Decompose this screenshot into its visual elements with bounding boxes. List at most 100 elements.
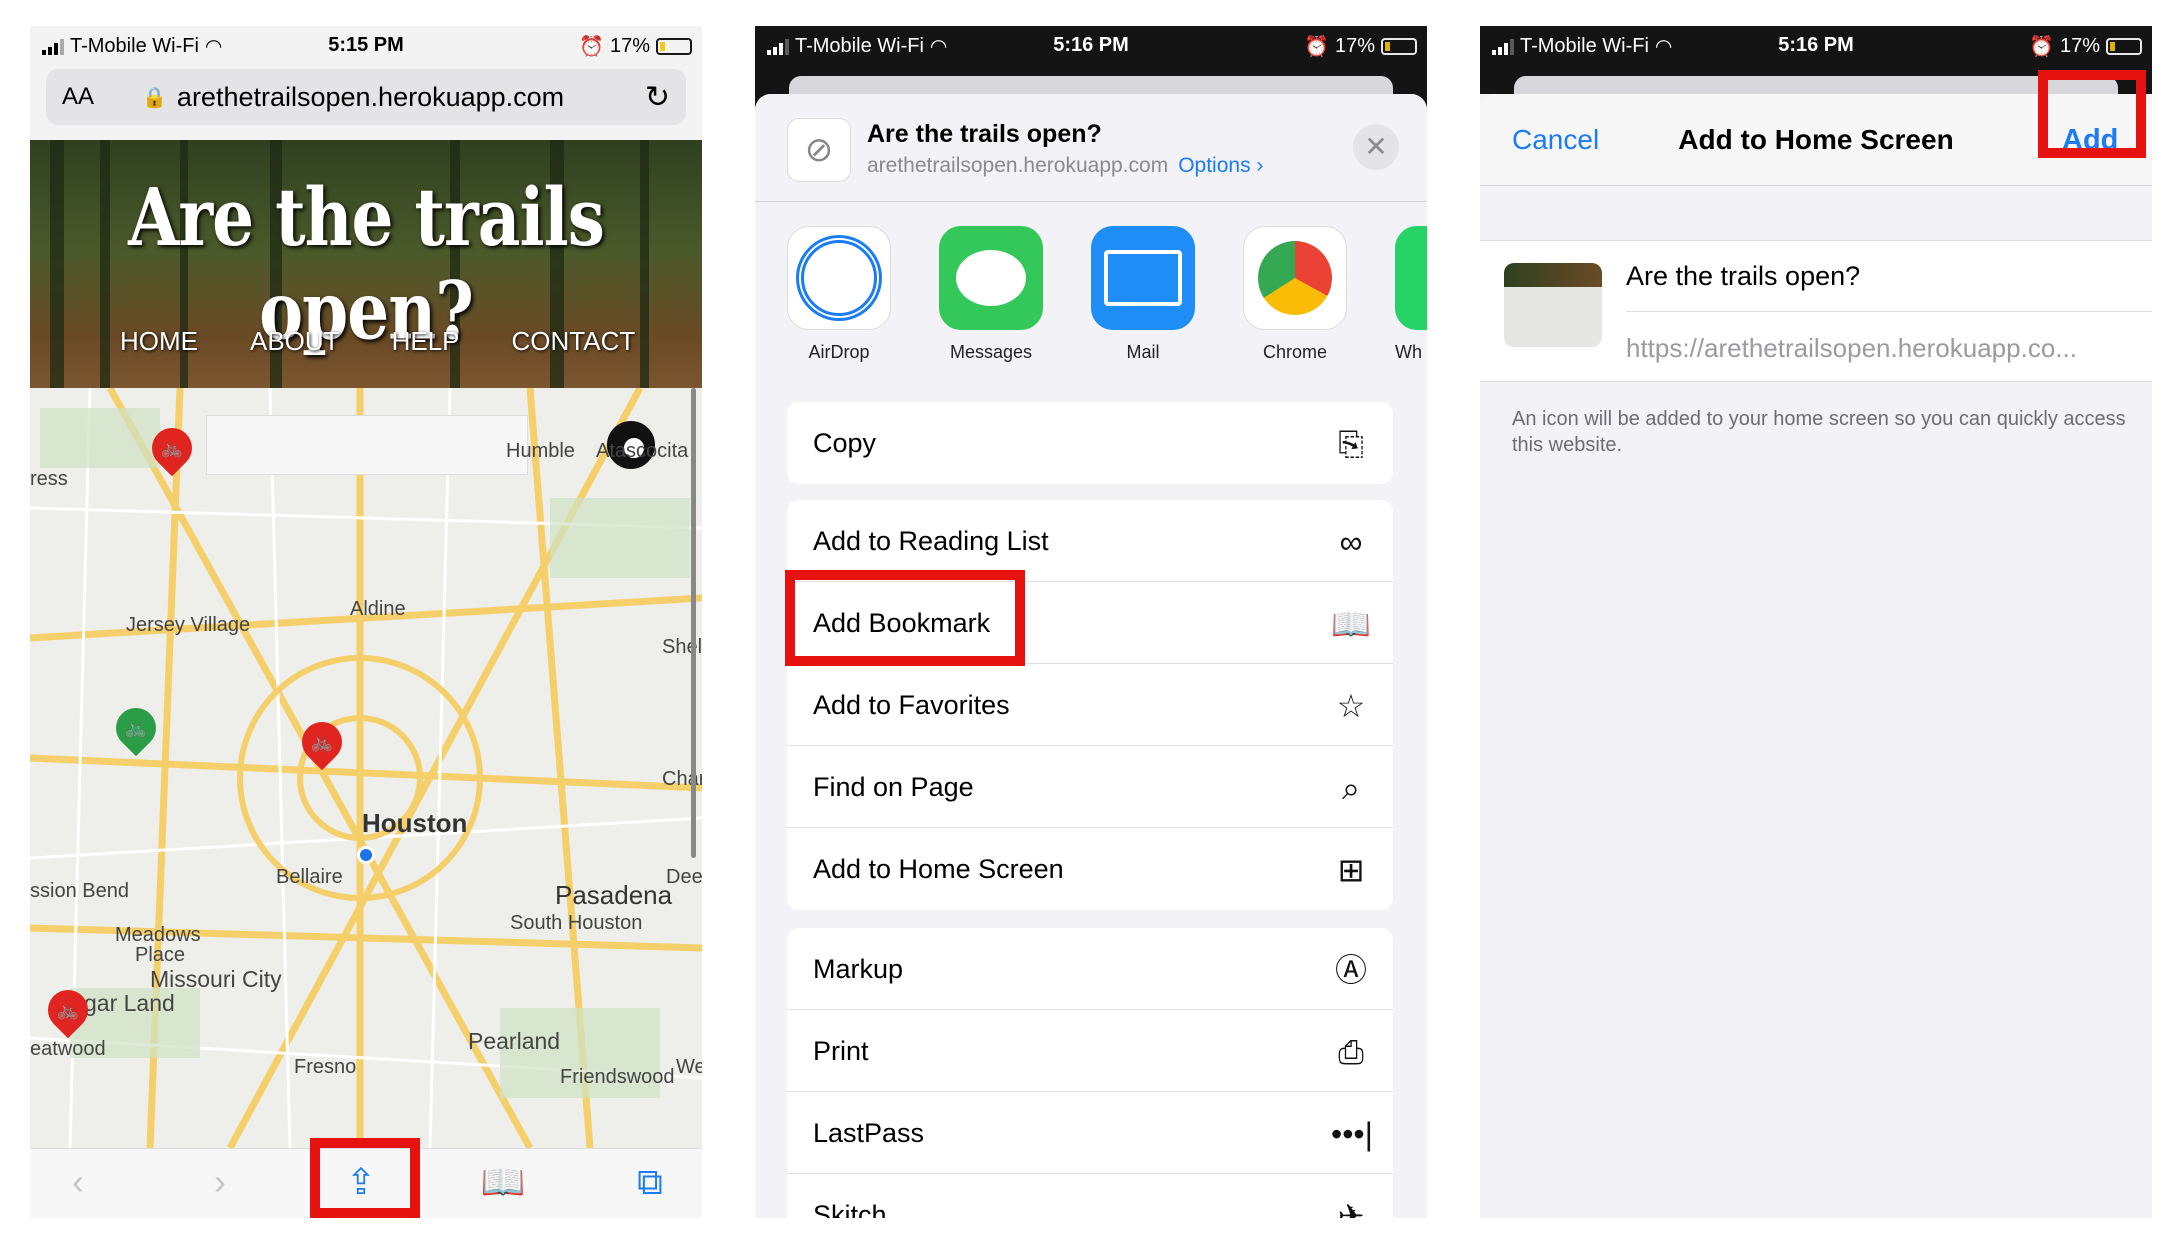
action-add-home-screen[interactable]: Add to Home Screen ⊞ xyxy=(787,828,1393,910)
status-bar: T-Mobile Wi-Fi ◠ 5:16 PM ⏰ 17% xyxy=(1480,26,2152,66)
map-label: Aldine xyxy=(350,598,406,620)
map-label: Char xyxy=(662,768,702,790)
forward-button[interactable]: › xyxy=(190,1157,250,1207)
app-whatsapp[interactable]: Wh xyxy=(1395,226,1427,363)
tabs-button[interactable]: ⧉ xyxy=(620,1157,680,1207)
action-label: Copy xyxy=(813,428,877,458)
app-messages[interactable]: Messages xyxy=(939,226,1043,363)
action-print[interactable]: Print ⎙ xyxy=(787,1010,1393,1092)
share-apps-row: AirDrop Messages Mail Chrome Wh xyxy=(755,226,1427,376)
app-label: Wh xyxy=(1395,342,1422,362)
battery-percent: 17% xyxy=(1334,35,1375,57)
site-thumbnail xyxy=(1504,263,1602,347)
add-button-highlight xyxy=(2038,70,2146,158)
tabs-icon: ⧉ xyxy=(637,1161,663,1202)
battery-icon xyxy=(1381,38,1417,55)
home-screen-note: An icon will be added to your home scree… xyxy=(1512,408,2126,456)
markup-icon: Ⓐ xyxy=(1334,952,1367,988)
messages-icon xyxy=(939,226,1043,330)
nav-help[interactable]: HELP xyxy=(392,326,460,357)
map-label: Pasadena xyxy=(555,880,673,910)
battery-icon xyxy=(656,38,692,55)
back-button[interactable]: ‹ xyxy=(48,1157,108,1207)
app-label: AirDrop xyxy=(808,342,870,362)
safari-screen: T-Mobile Wi-Fi ◠ 5:15 PM ⏰ 17% AA 🔒 aret… xyxy=(30,26,702,1218)
action-find-on-page[interactable]: Find on Page ⌕ xyxy=(787,746,1393,828)
bike-icon: 🚲 xyxy=(310,732,334,752)
action-label: Add to Reading List xyxy=(813,526,1049,556)
bookmarks-button[interactable]: 📖 xyxy=(473,1157,533,1207)
glasses-icon: ∞ xyxy=(1339,524,1363,560)
share-url: arethetrailsopen.herokuapp.com Options › xyxy=(867,154,1263,178)
bike-icon: 🚲 xyxy=(160,438,184,458)
map-scrollbar[interactable] xyxy=(691,388,696,858)
status-right: ⏰ 17% xyxy=(579,34,692,59)
map-label: gar Land xyxy=(84,990,175,1016)
action-copy[interactable]: Copy ⎘ xyxy=(787,402,1393,484)
add-home-screen: T-Mobile Wi-Fi ◠ 5:16 PM ⏰ 17% Cancel Ad… xyxy=(1480,26,2152,1218)
alarm-icon: ⏰ xyxy=(2029,36,2054,58)
action-group-copy: Copy ⎘ xyxy=(787,402,1393,484)
status-bar: T-Mobile Wi-Fi ◠ 5:16 PM ⏰ 17% xyxy=(755,26,1427,66)
map-roads xyxy=(30,388,702,1148)
share-sheet-screen: T-Mobile Wi-Fi ◠ 5:16 PM ⏰ 17% ⊘ Are the… xyxy=(755,26,1427,1218)
map-label: South Houston xyxy=(510,912,643,934)
bike-icon: 🚲 xyxy=(124,718,148,738)
status-right: ⏰ 17% xyxy=(2029,34,2142,59)
printer-icon: ⎙ xyxy=(1338,1034,1364,1070)
address-bar[interactable]: AA 🔒 arethetrailsopen.herokuapp.com ↻ xyxy=(46,69,686,125)
map-label: Bellaire xyxy=(276,866,343,888)
book-icon: 📖 xyxy=(1331,606,1371,642)
action-label: Print xyxy=(813,1036,869,1066)
plus-square-icon: ⊞ xyxy=(1337,852,1365,888)
mail-icon xyxy=(1091,226,1195,330)
app-mail[interactable]: Mail xyxy=(1091,226,1195,363)
reload-icon[interactable]: ↻ xyxy=(645,80,670,115)
current-location-dot xyxy=(357,846,375,864)
thumbnail-banner xyxy=(1504,263,1602,287)
options-link[interactable]: Options › xyxy=(1178,154,1263,177)
reader-aa-button[interactable]: AA xyxy=(62,83,94,111)
battery-percent: 17% xyxy=(609,35,650,57)
action-lastpass[interactable]: LastPass •••| xyxy=(787,1092,1393,1174)
battery-percent: 17% xyxy=(2059,35,2100,57)
nav-home[interactable]: HOME xyxy=(120,326,198,357)
site-nav: HOME ABOUT HELP CONTACT xyxy=(120,326,635,357)
battery-icon xyxy=(2106,38,2142,55)
close-button[interactable]: ✕ xyxy=(1353,124,1399,170)
chrome-icon xyxy=(1243,226,1347,330)
nav-contact[interactable]: CONTACT xyxy=(512,326,636,357)
map-label: Deer xyxy=(666,866,702,888)
action-group-safari: Add to Reading List ∞ Add Bookmark 📖 Add t… xyxy=(787,500,1393,910)
map-label: Fresno xyxy=(294,1056,357,1078)
app-chrome[interactable]: Chrome xyxy=(1243,226,1347,363)
map-label: Humble xyxy=(506,440,575,462)
action-markup[interactable]: Markup Ⓐ xyxy=(787,928,1393,1010)
status-bar: T-Mobile Wi-Fi ◠ 5:15 PM ⏰ 17% xyxy=(30,26,702,66)
nav-about[interactable]: ABOUT xyxy=(250,326,340,357)
action-label: Markup xyxy=(813,954,904,984)
hero-banner: Are the trails open? HOME ABOUT HELP CON… xyxy=(30,140,702,388)
whatsapp-icon xyxy=(1395,226,1427,330)
share-url-text: arethetrailsopen.herokuapp.com xyxy=(867,154,1169,177)
shortcut-name-field[interactable]: Are the trails open? xyxy=(1626,261,1860,292)
bike-icon: 🚲 xyxy=(56,1000,80,1020)
action-add-favorites[interactable]: Add to Favorites ☆ xyxy=(787,664,1393,746)
url-text[interactable]: arethetrailsopen.herokuapp.com xyxy=(177,82,564,113)
action-label: LastPass xyxy=(813,1118,925,1148)
app-airdrop[interactable]: AirDrop xyxy=(787,226,891,363)
lock-icon: 🔒 xyxy=(142,86,167,109)
share-button-highlight xyxy=(310,1138,420,1218)
map-label: ress xyxy=(30,468,68,490)
map-label: Friendswood xyxy=(560,1066,675,1088)
skitch-icon: ✈ xyxy=(1337,1198,1365,1218)
share-title: Are the trails open? xyxy=(867,120,1102,148)
map-label: Atascocita xyxy=(596,440,689,462)
action-label: Add to Favorites xyxy=(813,690,1010,720)
shortcut-url: https://arethetrailsopen.herokuapp.co... xyxy=(1626,333,2077,363)
trail-map[interactable]: Humble Atascocita ress Jersey Village Al… xyxy=(30,388,702,1148)
map-label: Missouri City xyxy=(150,966,282,992)
map-label: Jersey Village xyxy=(126,614,251,636)
map-search-box[interactable] xyxy=(206,415,528,475)
action-skitch[interactable]: Skitch ✈ xyxy=(787,1174,1393,1218)
